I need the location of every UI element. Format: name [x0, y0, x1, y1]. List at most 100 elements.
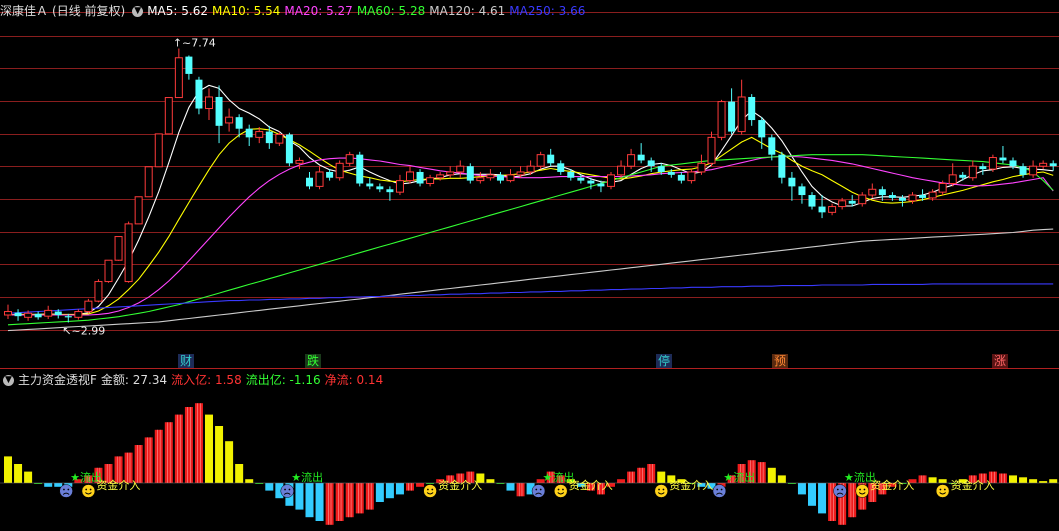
candle-body [577, 177, 585, 181]
indicator-title[interactable]: 主力资金透视F [18, 373, 97, 387]
candle-body [14, 312, 22, 317]
flow-bar [627, 471, 636, 483]
flow-bar [144, 437, 153, 483]
candle-body [426, 177, 435, 185]
candle-body [225, 116, 234, 124]
ma-legend-item: MA60: 5.28 [356, 4, 426, 18]
ma-legend: MA5: 5.62 MA10: 5.54 MA20: 5.27 MA60: 5.28 M… [147, 4, 589, 18]
candle-body [496, 174, 504, 181]
period-label[interactable]: (日线 前复权) [52, 4, 125, 18]
candle-body [687, 171, 696, 182]
signal-badge[interactable]: 财 [178, 354, 195, 368]
ma-legend-item: MA20: 5.27 [284, 4, 353, 18]
inflow-label: 资金介入 [438, 478, 482, 492]
stock-name[interactable]: 深康佳Ａ [0, 4, 48, 18]
sad-face-icon [712, 484, 727, 498]
flow-bar [416, 483, 425, 487]
face-eye [557, 488, 560, 491]
chevron-down-icon[interactable]: ▼ [3, 375, 14, 386]
candle-body [948, 174, 957, 185]
candle-body [898, 197, 906, 201]
candle-body [868, 188, 877, 196]
face-eye [658, 488, 660, 491]
flow-bar [245, 479, 254, 483]
candle-body [366, 183, 374, 187]
flow-bar [506, 483, 515, 491]
amount-value: 金额: 27.34 [100, 373, 168, 387]
flow-bar [998, 473, 1007, 483]
candle-body [104, 259, 113, 283]
face-eye [943, 488, 946, 491]
happy-face-icon [81, 484, 96, 498]
flow-bar [225, 441, 234, 483]
flow-bar [4, 456, 12, 483]
flow-bar [14, 464, 23, 483]
flow-bar [205, 414, 213, 483]
candle-body [416, 171, 424, 184]
flow-bar [345, 483, 354, 518]
signal-badge[interactable]: 预 [772, 354, 789, 368]
candle-body [667, 171, 675, 175]
candle-body [215, 96, 223, 126]
candle-body [758, 120, 766, 138]
candle-body [245, 128, 253, 138]
ma-legend-item: MA120: 4.61 [429, 4, 506, 18]
flow-bar [617, 479, 626, 483]
flow-bar [385, 483, 394, 499]
candle-body [788, 177, 796, 187]
flow-bar [406, 483, 414, 491]
ma-line-ma20 [8, 155, 1054, 316]
candle-body [376, 186, 384, 190]
flow-bar [757, 462, 766, 483]
candle-body [335, 162, 344, 179]
outflow-label: ★流出 [291, 470, 323, 484]
face-eye [288, 488, 291, 491]
candle-body [195, 79, 203, 109]
signal-badge[interactable]: 涨 [992, 354, 1009, 368]
price-chart: ↑~7.74 ↖~2.99 [4, 37, 1057, 338]
candle-body [486, 174, 495, 179]
face-eye [89, 488, 92, 491]
outflow-value: 流出亿: -1.16 [245, 373, 321, 387]
ma-line-ma5 [7, 84, 1054, 316]
candle-body [1019, 166, 1027, 175]
sad-face-icon [833, 484, 847, 498]
flow-bar [808, 483, 816, 506]
flow-bar [355, 483, 364, 514]
flow-bar [295, 483, 304, 510]
flow-bar [1049, 479, 1058, 483]
candle-body [395, 180, 404, 193]
face-eye [841, 488, 844, 491]
flow-bar [938, 479, 947, 483]
candle-body [466, 166, 474, 181]
signal-badge[interactable]: 跌 [305, 354, 322, 368]
candle-body [878, 189, 886, 196]
candle-body [908, 194, 917, 202]
flow-bar [365, 483, 374, 510]
candle-body [737, 96, 746, 133]
candle-body [707, 136, 716, 164]
candle-body [265, 131, 273, 144]
face-eye [562, 488, 564, 491]
candle-body [717, 101, 726, 138]
candle-body [778, 154, 786, 178]
chevron-down-icon[interactable]: ▼ [132, 6, 144, 17]
flow-bar [918, 475, 927, 483]
candle-body [617, 165, 626, 176]
signal-badge[interactable]: 停 [656, 354, 673, 368]
flow-bar [1029, 479, 1038, 483]
candle-body [959, 174, 967, 178]
happy-face-icon [423, 484, 437, 498]
happy-face-icon [554, 484, 568, 498]
candle-body [54, 311, 62, 316]
candle-body [938, 183, 947, 193]
face-eye [720, 488, 723, 491]
candle-body [436, 174, 445, 179]
flow-bar [184, 407, 193, 483]
candle-body [295, 159, 304, 164]
flow-bar [154, 429, 163, 483]
candle-body [637, 154, 645, 161]
flow-bar [305, 483, 314, 518]
candle-body [858, 194, 867, 205]
candle-body [547, 154, 555, 164]
